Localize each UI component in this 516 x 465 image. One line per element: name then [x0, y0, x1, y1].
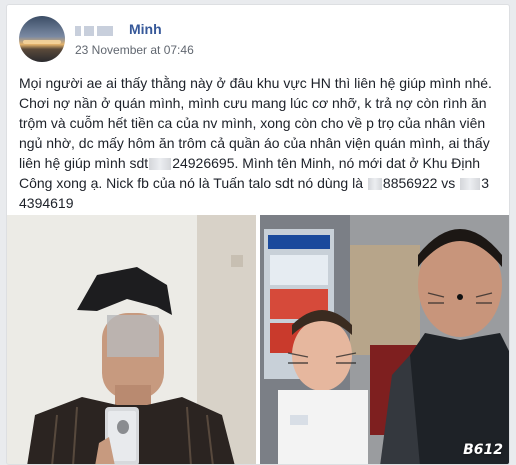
redacted-name-part	[75, 23, 127, 36]
redacted-phone	[149, 158, 172, 171]
author-name-visible[interactable]: Minh	[129, 21, 162, 37]
post-meta: Minh 23 November at 07:46	[75, 21, 194, 57]
author-name[interactable]: Minh	[75, 21, 194, 37]
post-photos: B612	[7, 215, 509, 464]
photo-with-child[interactable]: B612	[260, 215, 509, 464]
post-text-segment-3: 8856922 vs	[382, 175, 456, 191]
post-header: Minh 23 November at 07:46	[19, 15, 194, 63]
redacted-phone	[460, 178, 481, 191]
photo-mirror-selfie[interactable]	[7, 215, 256, 464]
facebook-post: Minh 23 November at 07:46 Mọi người ae a…	[6, 4, 510, 465]
redacted-phone	[367, 178, 382, 191]
post-timestamp[interactable]: 23 November at 07:46	[75, 43, 194, 57]
b612-watermark: B612	[463, 442, 503, 458]
child-photo-illustration	[260, 215, 509, 464]
post-text: Mọi người ae ai thấy thằng này ở đâu khu…	[19, 73, 503, 213]
mirror-selfie-illustration	[7, 215, 256, 464]
author-avatar[interactable]	[19, 16, 65, 62]
